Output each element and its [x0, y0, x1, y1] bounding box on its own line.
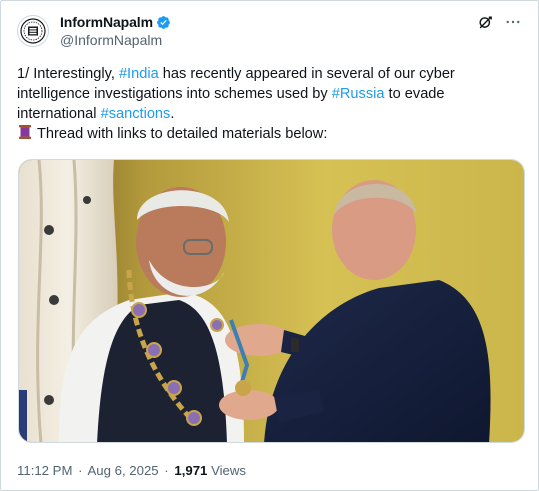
- text-segment: intelligence investigations into schemes…: [17, 86, 332, 102]
- meta-separator: ·: [78, 463, 83, 478]
- text-segment: Thread with links to detailed materials …: [37, 126, 328, 142]
- text-segment: .: [170, 106, 175, 122]
- verified-badge-icon[interactable]: [156, 15, 171, 30]
- tweet-card[interactable]: InformNapalm @InformNapalm 1/ Interestin…: [0, 0, 539, 491]
- meta-separator: ·: [164, 463, 169, 478]
- views-label: Views: [211, 463, 247, 478]
- hashtag-russia[interactable]: #Russia: [332, 86, 385, 102]
- header-actions: [476, 13, 522, 31]
- author-handle[interactable]: @InformNapalm: [60, 32, 171, 48]
- text-segment: has recently appeared in several of our …: [158, 66, 455, 82]
- avatar[interactable]: [17, 15, 49, 47]
- author-names: InformNapalm @InformNapalm: [60, 13, 171, 48]
- more-horizontal-icon[interactable]: [504, 13, 522, 31]
- hashtag-india[interactable]: #India: [119, 66, 159, 82]
- informnapalm-logo-icon: [20, 18, 46, 44]
- tweet-line-3: international #sanctions.: [17, 104, 517, 124]
- text-segment: 1/ Interestingly,: [17, 66, 119, 82]
- text-segment: to evade: [384, 86, 445, 102]
- tweet-text: 1/ Interestingly, #India has recently ap…: [17, 64, 517, 144]
- tweet-header: InformNapalm @InformNapalm: [17, 13, 522, 53]
- grok-icon[interactable]: [476, 13, 494, 31]
- tweet-line-1: 1/ Interestingly, #India has recently ap…: [17, 64, 517, 84]
- tweet-photo[interactable]: [18, 159, 525, 443]
- hashtag-sanctions[interactable]: #sanctions: [101, 106, 171, 122]
- tweet-line-4: Thread with links to detailed materials …: [17, 124, 517, 144]
- views-count[interactable]: 1,971: [174, 463, 207, 478]
- text-segment: international: [17, 106, 101, 122]
- tweet-date[interactable]: Aug 6, 2025: [87, 463, 158, 478]
- tweet-time[interactable]: 11:12 PM: [17, 463, 72, 478]
- author-display-name[interactable]: InformNapalm: [60, 14, 153, 30]
- tweet-meta: 11:12 PM · Aug 6, 2025 · 1,971 Views: [17, 463, 246, 478]
- tweet-line-2: intelligence investigations into schemes…: [17, 84, 517, 104]
- spool-of-thread-icon: [17, 124, 33, 140]
